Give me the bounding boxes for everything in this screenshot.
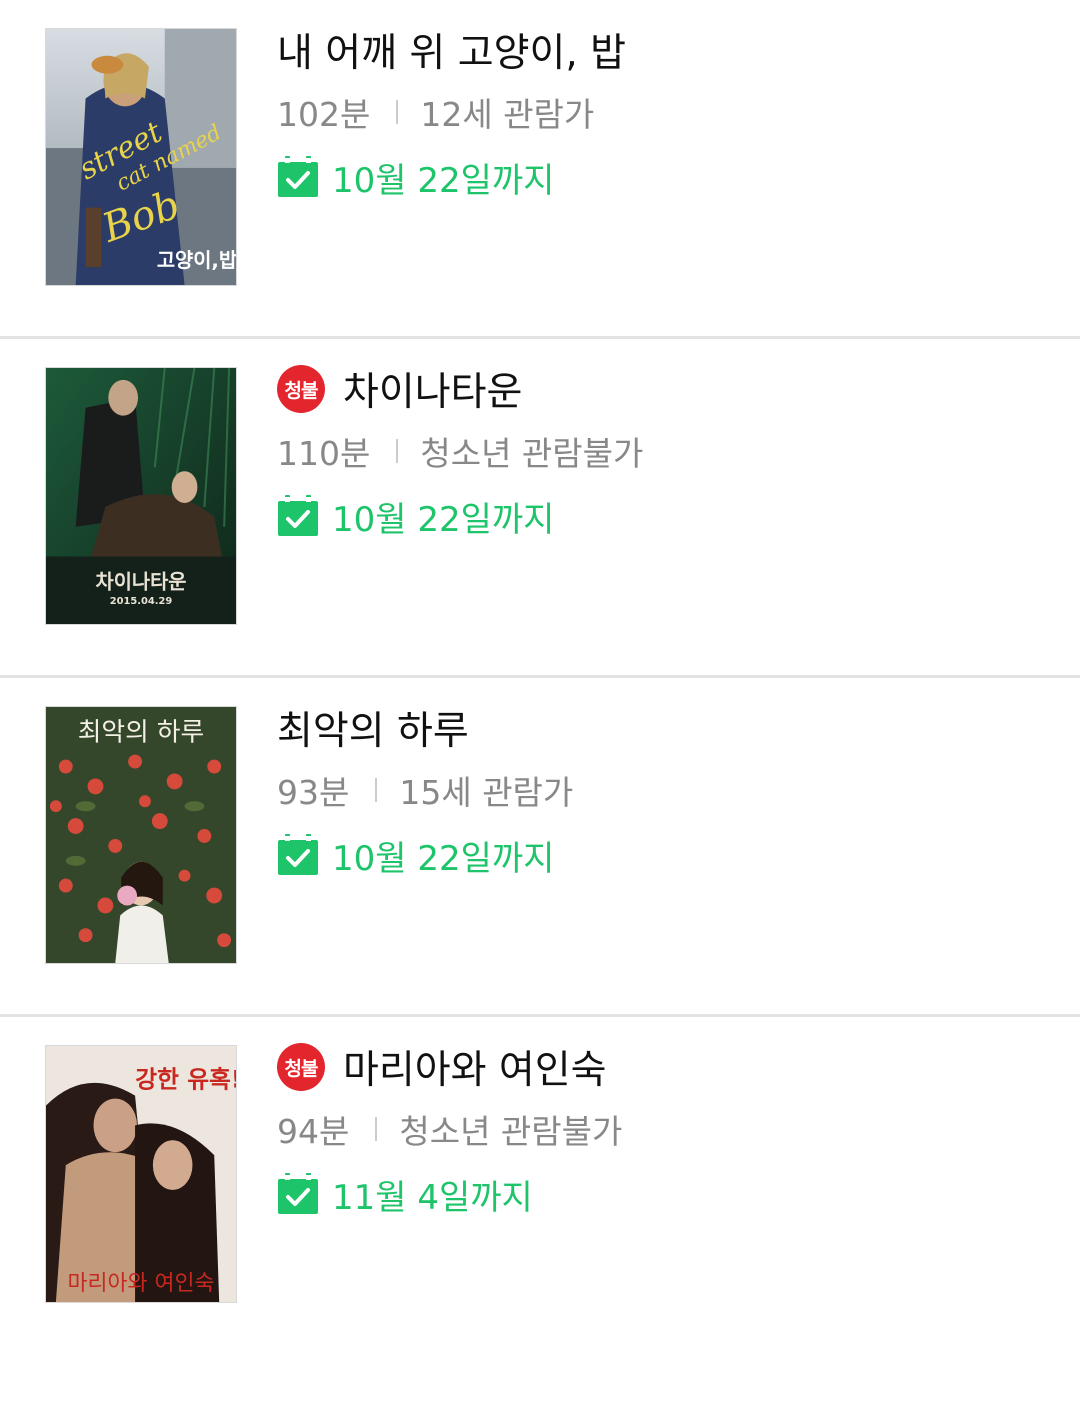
until-date: 10월 22일까지	[332, 838, 555, 879]
adult-only-badge: 청불	[277, 365, 325, 413]
movie-poster[interactable]: 차이나타운 2015.04.29	[45, 367, 237, 625]
movie-meta: 94분 청소년 관람불가	[277, 1109, 622, 1151]
adult-only-badge: 청불	[277, 1043, 325, 1091]
until-date: 10월 22일까지	[332, 499, 555, 540]
age-rating: 청소년 관람불가	[399, 1112, 623, 1151]
until-date: 11월 4일까지	[332, 1177, 533, 1218]
movie-poster[interactable]: street cat named Bob 고양이,밥	[45, 28, 237, 286]
title-row: 청불 마리아와 여인숙	[277, 1041, 622, 1093]
svg-text:최악의 하루: 최악의 하루	[78, 718, 204, 748]
runtime: 94분	[277, 1112, 350, 1151]
runtime: 102분	[277, 95, 371, 134]
movie-info: 청불 마리아와 여인숙 94분 청소년 관람불가 11월 4일까지	[277, 1041, 622, 1218]
svg-text:차이나타운: 차이나타운	[96, 570, 187, 593]
movie-poster[interactable]: 최악의 하루	[45, 706, 237, 964]
calendar-check-icon	[278, 834, 318, 875]
calendar-check-icon	[278, 495, 318, 536]
svg-text:2015.04.29: 2015.04.29	[110, 596, 173, 607]
movie-title[interactable]: 최악의 하루	[277, 700, 469, 756]
movie-title[interactable]: 차이나타운	[343, 361, 522, 417]
movie-list: street cat named Bob 고양이,밥 내 어깨 위 고양이, 밥…	[0, 0, 1080, 1375]
movie-meta: 110분 청소년 관람불가	[277, 431, 643, 473]
movie-info: 청불 차이나타운 110분 청소년 관람불가 10월 22일까지	[277, 363, 643, 540]
list-item[interactable]: 최악의 하루 최악의 하루 93분 15세 관람가 10월 22일까지	[0, 678, 1080, 1017]
calendar-check-icon	[278, 1173, 318, 1214]
divider	[375, 778, 378, 802]
runtime: 93분	[277, 773, 350, 812]
availability: 10월 22일까지	[277, 833, 573, 879]
calendar-check-icon	[278, 156, 318, 197]
list-item[interactable]: 강한 유혹! 마리아와 여인숙 청불 마리아와 여인숙 94분 청소년 관람불가	[0, 1017, 1080, 1375]
title-row: 내 어깨 위 고양이, 밥	[277, 24, 626, 76]
availability: 11월 4일까지	[277, 1172, 622, 1218]
movie-title[interactable]: 마리아와 여인숙	[343, 1039, 607, 1095]
runtime: 110분	[277, 434, 371, 473]
age-rating: 15세 관람가	[399, 773, 574, 812]
divider	[396, 100, 399, 124]
until-date: 10월 22일까지	[332, 160, 555, 201]
age-rating: 청소년 관람불가	[420, 434, 644, 473]
list-item[interactable]: street cat named Bob 고양이,밥 내 어깨 위 고양이, 밥…	[0, 0, 1080, 339]
movie-poster[interactable]: 강한 유혹! 마리아와 여인숙	[45, 1045, 237, 1303]
movie-meta: 93분 15세 관람가	[277, 770, 573, 812]
availability: 10월 22일까지	[277, 494, 643, 540]
divider	[375, 1117, 378, 1141]
movie-meta: 102분 12세 관람가	[277, 92, 626, 134]
movie-title[interactable]: 내 어깨 위 고양이, 밥	[277, 22, 626, 78]
svg-text:강한 유혹!: 강한 유혹!	[135, 1066, 236, 1094]
movie-info: 내 어깨 위 고양이, 밥 102분 12세 관람가 10월 22일까지	[277, 24, 626, 201]
svg-text:고양이,밥: 고양이,밥	[157, 249, 236, 272]
svg-text:마리아와 여인숙: 마리아와 여인숙	[67, 1271, 214, 1296]
divider	[396, 439, 399, 463]
title-row: 청불 차이나타운	[277, 363, 643, 415]
title-row: 최악의 하루	[277, 702, 573, 754]
movie-info: 최악의 하루 93분 15세 관람가 10월 22일까지	[277, 702, 573, 879]
list-item[interactable]: 차이나타운 2015.04.29 청불 차이나타운 110분 청소년 관람불가	[0, 339, 1080, 678]
availability: 10월 22일까지	[277, 155, 626, 201]
age-rating: 12세 관람가	[420, 95, 595, 134]
